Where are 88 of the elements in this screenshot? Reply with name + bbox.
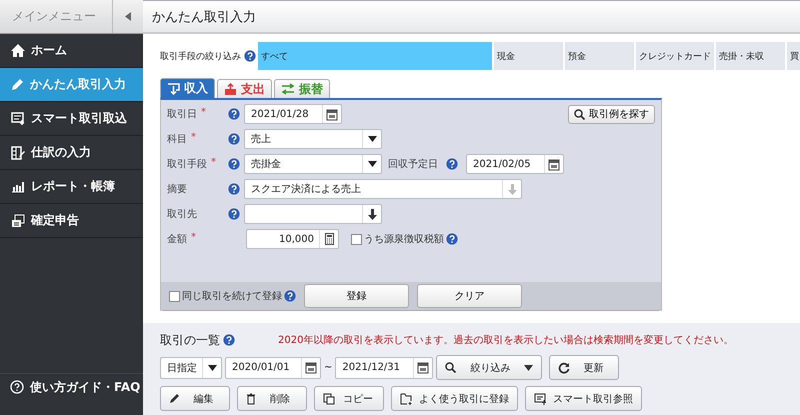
dropdown-caret-icon [368, 161, 376, 167]
dropdown-caret-icon [524, 364, 534, 370]
caret-left-icon [125, 12, 131, 21]
document-icon [11, 214, 25, 228]
field-label: 取引手段 [167, 158, 207, 171]
dropdown-caret-icon [368, 136, 376, 142]
field-label: 取引先 [167, 208, 197, 221]
text-field[interactable]: スクエア決済による売上 [244, 179, 522, 199]
field-label: 摘要 [167, 182, 187, 196]
search-icon [445, 362, 456, 373]
notice-text: 2020年以降の取引を表示しています。過去の取引を表示したい場合は検索期間を変更してください。 [278, 334, 734, 347]
swap-arrows-icon [281, 83, 295, 95]
date-field[interactable]: 2021/02/05 [466, 154, 564, 174]
copy-icon [323, 392, 335, 404]
select-field[interactable]: 売上 [244, 129, 382, 149]
dropdown-caret-icon [208, 364, 216, 370]
date-field[interactable]: 2020/01/01 [225, 356, 321, 378]
form-button[interactable]: 登録 [304, 284, 409, 308]
date-field[interactable]: 2021/01/28 [244, 104, 342, 124]
help-circle-icon [10, 380, 24, 394]
list-title: 取引の一覧 [160, 332, 220, 348]
select-field[interactable]: 売掛金 [244, 154, 382, 174]
sidebar-item[interactable]: 仕訳の入力 [0, 136, 143, 170]
checkbox[interactable] [169, 290, 180, 302]
bookmark-add-icon [400, 392, 413, 404]
range-separator: ~ [324, 362, 332, 373]
help-icon[interactable] [228, 208, 240, 220]
calculator-icon [324, 233, 334, 245]
filter-tab[interactable]: 買 [787, 42, 800, 70]
required-mark: * [191, 132, 196, 145]
help-icon[interactable] [446, 233, 458, 245]
sidebar-item[interactable]: レポート・帳簿 [0, 170, 143, 204]
combo-field[interactable] [244, 204, 382, 224]
help-icon[interactable] [223, 334, 235, 346]
help-icon[interactable] [244, 50, 256, 62]
down-arrow-icon [508, 184, 516, 194]
calendar-icon[interactable] [417, 361, 430, 374]
action-button[interactable]: コピー [314, 386, 384, 411]
action-button[interactable]: よく使う取引に登録 [391, 386, 518, 411]
date-field[interactable]: 2021/12/31 [335, 356, 434, 378]
help-icon[interactable] [228, 183, 240, 195]
pencil-icon [169, 393, 180, 404]
import-icon [534, 392, 547, 404]
menu-title: メインメニュー [11, 8, 97, 25]
download-icon [167, 82, 180, 94]
pencil-icon [11, 78, 24, 91]
form-button[interactable]: クリア [417, 284, 522, 308]
search-icon [574, 108, 585, 120]
form-tab[interactable]: 収入 [160, 78, 215, 98]
refresh-icon [558, 362, 570, 374]
field-label: 取引日 [167, 108, 197, 121]
sidebar-item[interactable]: スマート取引取込 [0, 102, 143, 136]
calendar-icon[interactable] [326, 108, 338, 120]
action-button[interactable]: スマート取引参照 [525, 386, 642, 411]
help-icon[interactable] [228, 108, 240, 120]
help-icon[interactable] [446, 158, 458, 170]
down-arrow-icon [368, 208, 376, 220]
help-icon[interactable] [284, 290, 296, 302]
trash-icon [246, 392, 256, 404]
calendar-icon[interactable] [305, 361, 317, 374]
upload-icon [224, 83, 237, 95]
required-mark: * [211, 157, 216, 170]
search-examples-button[interactable]: 取引例を探す [568, 104, 655, 124]
field-label: 科目 [167, 132, 187, 146]
checkbox[interactable] [351, 234, 362, 244]
action-button[interactable]: 編集 [160, 386, 230, 411]
amount-field[interactable]: 10,000 [246, 229, 339, 249]
refresh-button[interactable]: 更新 [549, 355, 620, 380]
checkbox-label: うち源泉徴収税額 [364, 232, 444, 246]
home-icon [11, 44, 25, 57]
field-label: 回収予定日 [388, 158, 438, 171]
field-label: 金額 [167, 232, 187, 246]
bar-chart-icon [11, 180, 25, 193]
filter-button[interactable]: 絞り込み [436, 355, 542, 380]
period-select[interactable]: 日指定 [160, 356, 222, 378]
action-button[interactable]: 削除 [237, 386, 307, 411]
required-mark: * [201, 107, 206, 120]
checkbox-label: 同じ取引を続けて登録 [182, 290, 282, 303]
import-icon [11, 112, 25, 125]
calendar-icon[interactable] [548, 158, 560, 170]
form-tab[interactable]: 支出 [217, 79, 272, 98]
journal-icon [11, 146, 25, 160]
filter-label: 取引手段の絞り込み [160, 50, 241, 62]
page-title: かんたん取引入力 [152, 8, 256, 26]
help-icon[interactable] [228, 158, 240, 170]
required-mark: * [191, 232, 196, 245]
sidebar-item[interactable]: 確定申告 [0, 204, 143, 238]
help-icon[interactable] [228, 133, 240, 145]
